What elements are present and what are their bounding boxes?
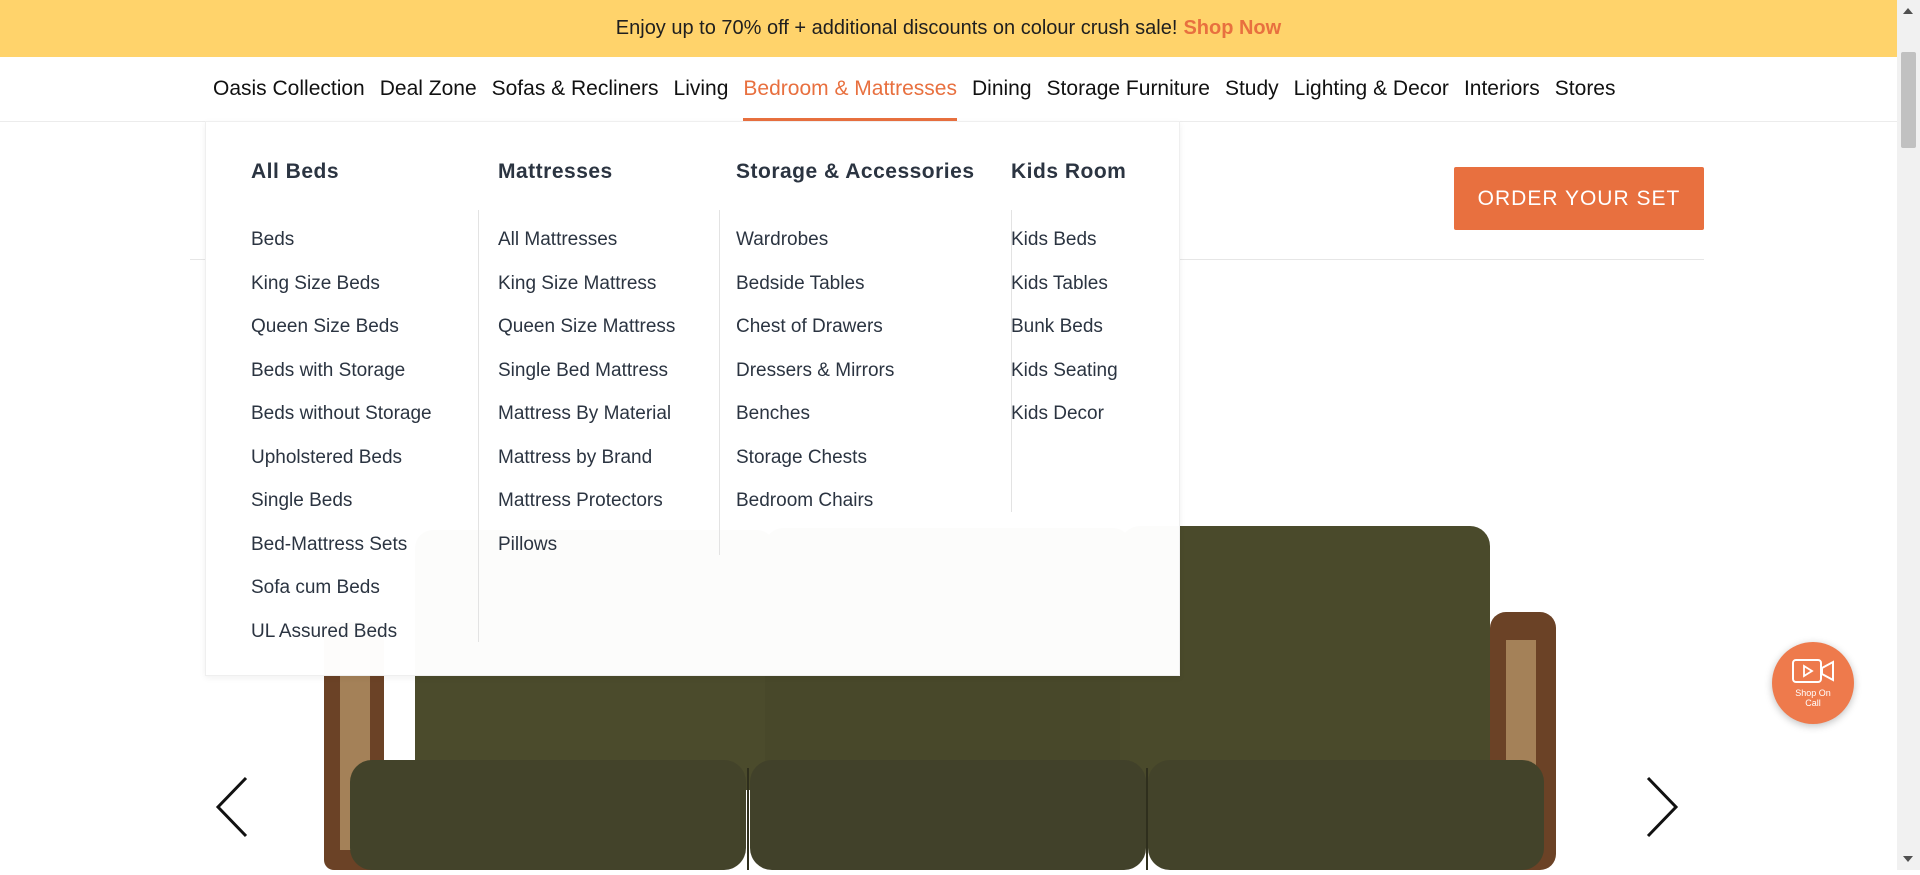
menu-item-kids-beds[interactable]: Kids Beds [1011, 218, 1118, 262]
menu-item-king-size-beds[interactable]: King Size Beds [251, 262, 432, 306]
shop-now-link[interactable]: Shop Now [1183, 17, 1281, 40]
nav-item-interiors[interactable]: Interiors [1464, 57, 1540, 121]
nav-item-dining[interactable]: Dining [972, 57, 1032, 121]
chevron-right-icon [1646, 776, 1679, 838]
nav-item-living[interactable]: Living [674, 57, 729, 121]
bedroom-mega-menu: All Beds Beds King Size Beds Queen Size … [205, 121, 1180, 676]
menu-item-mattress-by-brand[interactable]: Mattress by Brand [498, 436, 675, 480]
nav-item-deal-zone[interactable]: Deal Zone [380, 57, 477, 121]
nav-item-oasis-collection[interactable]: Oasis Collection [213, 57, 365, 121]
promo-banner: Enjoy up to 70% off + additional discoun… [0, 0, 1897, 57]
menu-item-mattress-protectors[interactable]: Mattress Protectors [498, 479, 675, 523]
order-your-set-button[interactable]: ORDER YOUR SET [1454, 167, 1704, 230]
menu-item-ul-assured-beds[interactable]: UL Assured Beds [251, 610, 432, 654]
column-divider [719, 210, 720, 555]
menu-heading-storage-accessories[interactable]: Storage & Accessories [736, 160, 975, 184]
scrollbar-thumb[interactable] [1901, 52, 1916, 148]
promo-text: Enjoy up to 70% off + additional discoun… [615, 17, 1178, 39]
menu-item-beds-without-storage[interactable]: Beds without Storage [251, 392, 432, 436]
menu-item-dressers-mirrors[interactable]: Dressers & Mirrors [736, 349, 894, 393]
menu-item-mattress-by-material[interactable]: Mattress By Material [498, 392, 675, 436]
menu-item-bed-mattress-sets[interactable]: Bed-Mattress Sets [251, 523, 432, 567]
menu-item-kids-seating[interactable]: Kids Seating [1011, 349, 1118, 393]
menu-item-kids-decor[interactable]: Kids Decor [1011, 392, 1118, 436]
menu-item-king-size-mattress[interactable]: King Size Mattress [498, 262, 675, 306]
menu-item-single-bed-mattress[interactable]: Single Bed Mattress [498, 349, 675, 393]
menu-item-queen-size-beds[interactable]: Queen Size Beds [251, 305, 432, 349]
shop-on-call-label: Shop On Call [1795, 688, 1831, 708]
carousel-next-button[interactable] [1634, 772, 1684, 842]
menu-heading-kids-room[interactable]: Kids Room [1011, 160, 1126, 184]
scroll-down-arrow-icon[interactable] [1903, 856, 1913, 862]
page-scrollbar[interactable] [1897, 0, 1920, 870]
nav-item-bedroom-mattresses[interactable]: Bedroom & Mattresses [743, 57, 957, 121]
menu-item-beds-with-storage[interactable]: Beds with Storage [251, 349, 432, 393]
main-nav: Oasis Collection Deal Zone Sofas & Recli… [0, 57, 1897, 122]
scroll-up-arrow-icon[interactable] [1903, 8, 1913, 14]
menu-item-queen-size-mattress[interactable]: Queen Size Mattress [498, 305, 675, 349]
nav-item-study[interactable]: Study [1225, 57, 1279, 121]
menu-item-beds[interactable]: Beds [251, 218, 432, 262]
nav-item-lighting-decor[interactable]: Lighting & Decor [1294, 57, 1449, 121]
menu-item-wardrobes[interactable]: Wardrobes [736, 218, 894, 262]
menu-item-single-beds[interactable]: Single Beds [251, 479, 432, 523]
menu-item-upholstered-beds[interactable]: Upholstered Beds [251, 436, 432, 480]
shop-on-call-button[interactable]: Shop On Call [1772, 642, 1854, 724]
menu-item-bunk-beds[interactable]: Bunk Beds [1011, 305, 1118, 349]
menu-item-all-mattresses[interactable]: All Mattresses [498, 218, 675, 262]
chevron-left-icon [215, 776, 248, 838]
menu-heading-all-beds[interactable]: All Beds [251, 160, 339, 184]
carousel-prev-button[interactable] [210, 772, 260, 842]
menu-item-chest-of-drawers[interactable]: Chest of Drawers [736, 305, 894, 349]
menu-item-storage-chests[interactable]: Storage Chests [736, 436, 894, 480]
menu-item-kids-tables[interactable]: Kids Tables [1011, 262, 1118, 306]
video-call-icon [1792, 659, 1834, 683]
nav-item-storage-furniture[interactable]: Storage Furniture [1047, 57, 1210, 121]
menu-item-bedroom-chairs[interactable]: Bedroom Chairs [736, 479, 894, 523]
menu-item-pillows[interactable]: Pillows [498, 523, 675, 567]
menu-heading-mattresses[interactable]: Mattresses [498, 160, 613, 184]
nav-item-stores[interactable]: Stores [1555, 57, 1616, 121]
nav-item-sofas-recliners[interactable]: Sofas & Recliners [492, 57, 659, 121]
menu-item-sofa-cum-beds[interactable]: Sofa cum Beds [251, 566, 432, 610]
menu-item-benches[interactable]: Benches [736, 392, 894, 436]
menu-item-bedside-tables[interactable]: Bedside Tables [736, 262, 894, 306]
column-divider [478, 210, 479, 642]
